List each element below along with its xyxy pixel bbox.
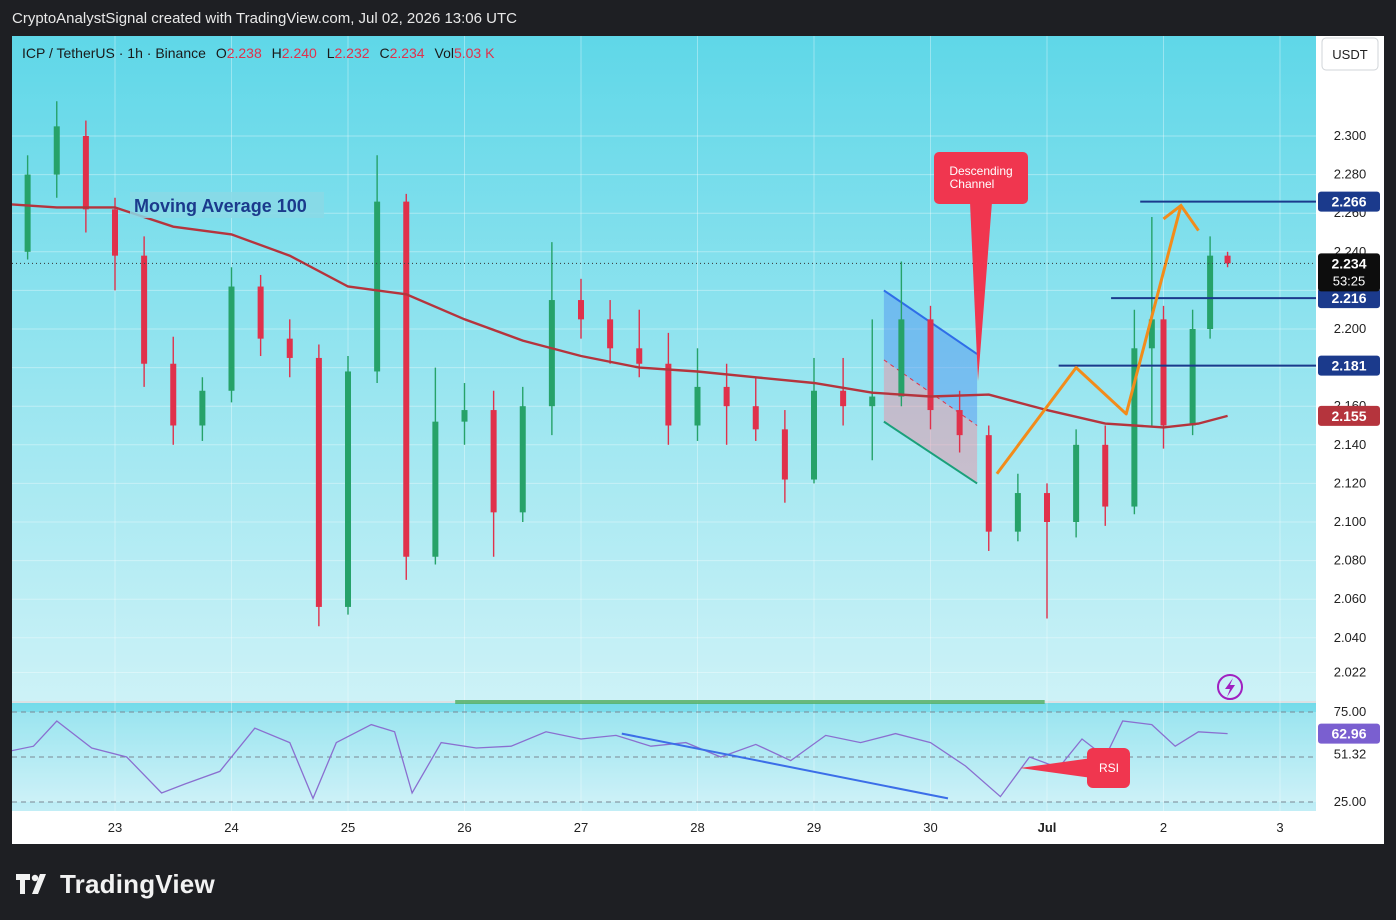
close-label: C: [379, 45, 389, 61]
candle-body: [461, 410, 468, 422]
last-price-badge-sub: 53:25: [1333, 273, 1366, 288]
candle-body: [578, 300, 584, 320]
time-tick-label: 2: [1160, 820, 1167, 835]
candle-body: [82, 136, 89, 210]
candle-body: [432, 421, 439, 557]
candle-body: [723, 386, 730, 407]
tradingview-logo-icon: [16, 874, 46, 894]
candle-body: [228, 286, 235, 391]
time-tick-label: 26: [457, 820, 471, 835]
callout-line-2: Channel: [950, 177, 995, 191]
candle-body: [694, 386, 701, 426]
candle-body: [898, 319, 905, 397]
price-tick-label: 2.280: [1334, 167, 1367, 182]
price-tick-label: 2.080: [1334, 553, 1367, 568]
high-value: 2.240: [282, 45, 317, 61]
symbol-label: ICP / TetherUS · 1h · Binance: [22, 45, 206, 61]
candle-body: [490, 410, 497, 513]
candle-body: [752, 406, 759, 430]
tradingview-wordmark: TradingView: [60, 868, 215, 899]
high-label: H: [272, 45, 282, 61]
time-tick-label: Jul: [1038, 820, 1057, 835]
candle-body: [1207, 255, 1214, 329]
candle-body: [345, 371, 351, 607]
candle-body: [636, 348, 643, 364]
candle-body: [286, 338, 293, 358]
top-attribution-bar: CryptoAnalystSignal created with Trading…: [0, 0, 1396, 36]
volume-label: Vol: [435, 45, 454, 61]
price-tick-label: 2.300: [1334, 128, 1367, 143]
time-tick-label: 28: [690, 820, 704, 835]
footer-brand: TradingView: [14, 866, 215, 902]
candle-body: [170, 363, 177, 426]
price-tick-label: 2.140: [1334, 437, 1367, 452]
price-tick-label: 2.022: [1334, 665, 1367, 680]
time-axis-background: [12, 811, 1316, 844]
candle-body: [199, 390, 206, 426]
candle-body: [24, 174, 31, 252]
last-price-badge-text: 2.234: [1331, 255, 1366, 271]
time-tick-label: 27: [574, 820, 588, 835]
candle-body: [374, 201, 381, 372]
level-badge-text: 2.181: [1331, 358, 1366, 374]
candle-body: [112, 209, 118, 256]
rsi-badge-text: 62.96: [1331, 726, 1366, 742]
candle-body: [665, 363, 672, 426]
candle-body: [1073, 444, 1080, 522]
time-tick-label: 24: [224, 820, 238, 835]
currency-button-label[interactable]: USDT: [1332, 47, 1367, 62]
currency-button[interactable]: USDT: [1321, 37, 1379, 71]
price-tick-label: 2.120: [1334, 475, 1367, 490]
candle-body: [141, 255, 148, 364]
candle-body: [1224, 255, 1231, 264]
open-label: O: [216, 45, 227, 61]
time-tick-label: 23: [108, 820, 122, 835]
candle-body: [956, 410, 963, 436]
candle-body: [1160, 319, 1167, 426]
candle-body: [403, 201, 410, 557]
close-value: 2.234: [390, 45, 425, 61]
rsi-tick-label: 51.32: [1334, 747, 1367, 762]
time-tick-label: 25: [341, 820, 355, 835]
level-badge-text: 2.216: [1331, 290, 1366, 306]
candle-body: [1014, 493, 1021, 532]
time-tick-label: 3: [1276, 820, 1283, 835]
price-tick-label: 2.100: [1334, 514, 1367, 529]
rsi-callout-label: RSI: [1099, 761, 1119, 775]
volume-value: 5.03 K: [454, 45, 495, 61]
level-badge-text: 2.266: [1331, 194, 1366, 210]
candle-body: [869, 396, 876, 407]
candle-body: [985, 435, 992, 532]
rsi-tick-label: 25.00: [1334, 794, 1367, 809]
candle-body: [840, 390, 847, 407]
low-label: L: [327, 45, 335, 61]
price-tick-label: 2.060: [1334, 591, 1367, 606]
candle-body: [781, 429, 788, 480]
price-tick-label: 2.040: [1334, 630, 1367, 645]
callout-line-1: Descending: [949, 164, 1012, 178]
rsi-divergence-bar: [455, 700, 1045, 704]
low-value: 2.232: [335, 45, 370, 61]
time-tick-label: 30: [923, 820, 937, 835]
price-tick-label: 2.200: [1334, 321, 1367, 336]
candle-body: [1044, 493, 1050, 522]
rsi-tick-label: 75.00: [1334, 704, 1367, 719]
candle-body: [1189, 329, 1196, 426]
chart-legend: ICP / TetherUS · 1h · Binance O2.238 H2.…: [22, 45, 495, 61]
candle-body: [1102, 444, 1109, 507]
chart-area[interactable]: 2.3002.2802.2602.2402.2202.2002.1802.160…: [12, 36, 1384, 844]
candle-body: [315, 357, 322, 607]
attribution-text: CryptoAnalystSignal created with Trading…: [12, 10, 517, 27]
candle-body: [257, 286, 264, 339]
candle-body: [811, 390, 817, 480]
candle-body: [548, 300, 555, 407]
candle-body: [607, 319, 614, 349]
candle-body: [53, 126, 60, 175]
ma-label: Moving Average 100: [134, 196, 307, 216]
ma-badge-text: 2.155: [1331, 408, 1366, 424]
candle-body: [519, 406, 526, 513]
time-tick-label: 29: [807, 820, 821, 835]
open-value: 2.238: [227, 45, 262, 61]
